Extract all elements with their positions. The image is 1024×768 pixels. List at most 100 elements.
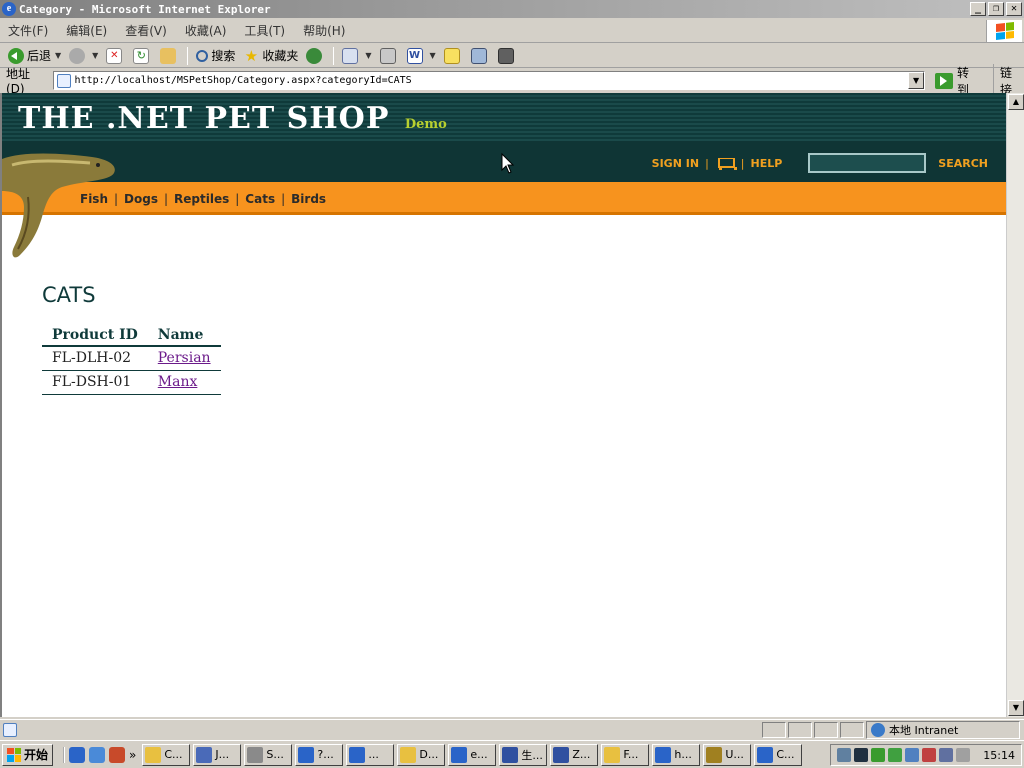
menu-file[interactable]: 文件(F)	[0, 22, 57, 39]
print-button[interactable]	[376, 45, 403, 67]
task-button[interactable]: F...	[601, 743, 650, 766]
task-button[interactable]: U...	[703, 743, 752, 766]
refresh-button[interactable]: ↻	[129, 45, 156, 67]
site-search-input[interactable]	[808, 153, 927, 173]
app-icon[interactable]	[109, 746, 126, 763]
quick-launch: »	[63, 746, 136, 763]
ie-icon: e	[2, 2, 16, 16]
shopping-cart-icon[interactable]	[715, 155, 737, 171]
discuss-button[interactable]	[440, 45, 467, 67]
browser-icon[interactable]	[89, 746, 106, 763]
task-button[interactable]: D...	[397, 743, 446, 766]
nav-birds[interactable]: Birds	[291, 192, 326, 206]
restore-button[interactable]: ❐	[988, 2, 1004, 16]
close-button[interactable]: ✕	[1006, 2, 1022, 16]
forward-button[interactable]: ▼	[65, 45, 102, 67]
ie-icon	[655, 746, 672, 763]
site-logo[interactable]: THE .NET PET SHOP Demo	[18, 101, 447, 136]
window-title: Category - Microsoft Internet Explorer	[19, 2, 271, 16]
nav-dogs[interactable]: Dogs	[124, 192, 158, 206]
favorites-button[interactable]: ★ 收藏夹	[239, 45, 302, 67]
site-logo-text: THE .NET PET SHOP	[18, 101, 390, 136]
back-dropdown-icon[interactable]: ▼	[55, 51, 61, 60]
menu-edit[interactable]: 编辑(E)	[57, 22, 116, 39]
category-nav: Fish | Dogs | Reptiles | Cats | Birds	[2, 182, 1006, 215]
task-button[interactable]: J...	[193, 743, 242, 766]
column-header-product-id: Product ID	[42, 325, 148, 347]
tray-icon[interactable]	[837, 748, 852, 762]
refresh-icon: ↻	[133, 47, 150, 64]
task-button[interactable]: C...	[754, 743, 803, 766]
edit-button[interactable]: W ▼	[403, 45, 440, 67]
nav-cats[interactable]: Cats	[245, 192, 275, 206]
messenger-button[interactable]	[467, 45, 494, 67]
tray-icon[interactable]	[871, 748, 886, 762]
lizard-image	[2, 153, 115, 258]
messenger-icon	[470, 47, 487, 64]
ie-icon[interactable]	[69, 746, 86, 763]
app-icon	[706, 746, 723, 763]
task-button[interactable]: C...	[142, 743, 191, 766]
address-url[interactable]: http://localhost/MSPetShop/Category.aspx…	[75, 75, 909, 86]
tray-icon[interactable]	[956, 748, 971, 762]
search-icon	[196, 49, 209, 62]
clock: 15:14	[983, 748, 1015, 762]
address-dropdown-icon[interactable]: ▼	[908, 72, 925, 89]
product-link[interactable]: Manx	[158, 374, 198, 390]
tray-icon[interactable]	[922, 748, 937, 762]
scroll-down-icon[interactable]: ▼	[1008, 700, 1024, 716]
tray-icon[interactable]	[888, 748, 903, 762]
site-top-links: SIGN IN | | HELP SEARCH	[652, 153, 988, 173]
tray-icon[interactable]	[905, 748, 920, 762]
mail-dropdown-icon[interactable]: ▼	[365, 51, 371, 60]
start-label: 开始	[24, 748, 49, 762]
home-button[interactable]	[156, 45, 183, 67]
history-button[interactable]	[302, 45, 329, 67]
scroll-up-icon[interactable]: ▲	[1008, 94, 1024, 110]
mail-button[interactable]: ▼	[338, 45, 375, 67]
product-id-cell: FL-DSH-01	[42, 370, 148, 395]
history-icon	[306, 47, 323, 64]
window-titlebar[interactable]: e Category - Microsoft Internet Explorer…	[0, 0, 1024, 18]
security-zone: 本地 Intranet	[866, 721, 1020, 739]
help-link[interactable]: HELP	[751, 157, 783, 170]
status-panel	[788, 722, 812, 738]
task-button[interactable]: e...	[448, 743, 497, 766]
app-icon	[196, 746, 213, 763]
menu-tools[interactable]: 工具(T)	[235, 22, 294, 39]
menu-view[interactable]: 查看(V)	[116, 22, 176, 39]
forward-dropdown-icon[interactable]: ▼	[92, 51, 98, 60]
task-button[interactable]: S...	[244, 743, 293, 766]
tray-icon[interactable]	[939, 748, 954, 762]
edit-dropdown-icon[interactable]: ▼	[430, 51, 436, 60]
menu-help[interactable]: 帮助(H)	[294, 22, 354, 39]
nav-reptiles[interactable]: Reptiles	[174, 192, 229, 206]
task-button[interactable]: 生...	[499, 743, 548, 766]
search-button[interactable]: 搜索	[192, 45, 239, 67]
task-button[interactable]: ?...	[295, 743, 344, 766]
vertical-scrollbar[interactable]: ▲ ▼	[1006, 93, 1024, 717]
task-button[interactable]: ...	[346, 743, 395, 766]
status-bar: 本地 Intranet	[0, 719, 1024, 739]
signin-link[interactable]: SIGN IN	[652, 157, 699, 170]
site-search-button[interactable]: SEARCH	[938, 157, 988, 170]
product-link[interactable]: Persian	[158, 350, 211, 366]
tray-icon[interactable]	[854, 748, 869, 762]
research-button[interactable]	[494, 45, 521, 67]
page-icon	[56, 73, 71, 88]
folder-icon	[145, 746, 162, 763]
note-icon	[443, 47, 460, 64]
minimize-button[interactable]: _	[970, 2, 986, 16]
address-label: 地址(D)	[6, 67, 31, 96]
quick-launch-more[interactable]: »	[129, 748, 136, 762]
back-button[interactable]: 后退 ▼	[4, 45, 65, 67]
menu-favorites[interactable]: 收藏(A)	[176, 22, 236, 39]
stop-button[interactable]: ✕	[102, 45, 129, 67]
link-separator: |	[740, 156, 745, 170]
task-button[interactable]: h...	[652, 743, 701, 766]
task-button[interactable]: Z...	[550, 743, 599, 766]
windows-flag-icon	[7, 747, 21, 762]
address-input[interactable]: http://localhost/MSPetShop/Category.aspx…	[52, 71, 926, 90]
back-label: 后退	[27, 49, 52, 63]
start-button[interactable]: 开始	[2, 743, 54, 766]
